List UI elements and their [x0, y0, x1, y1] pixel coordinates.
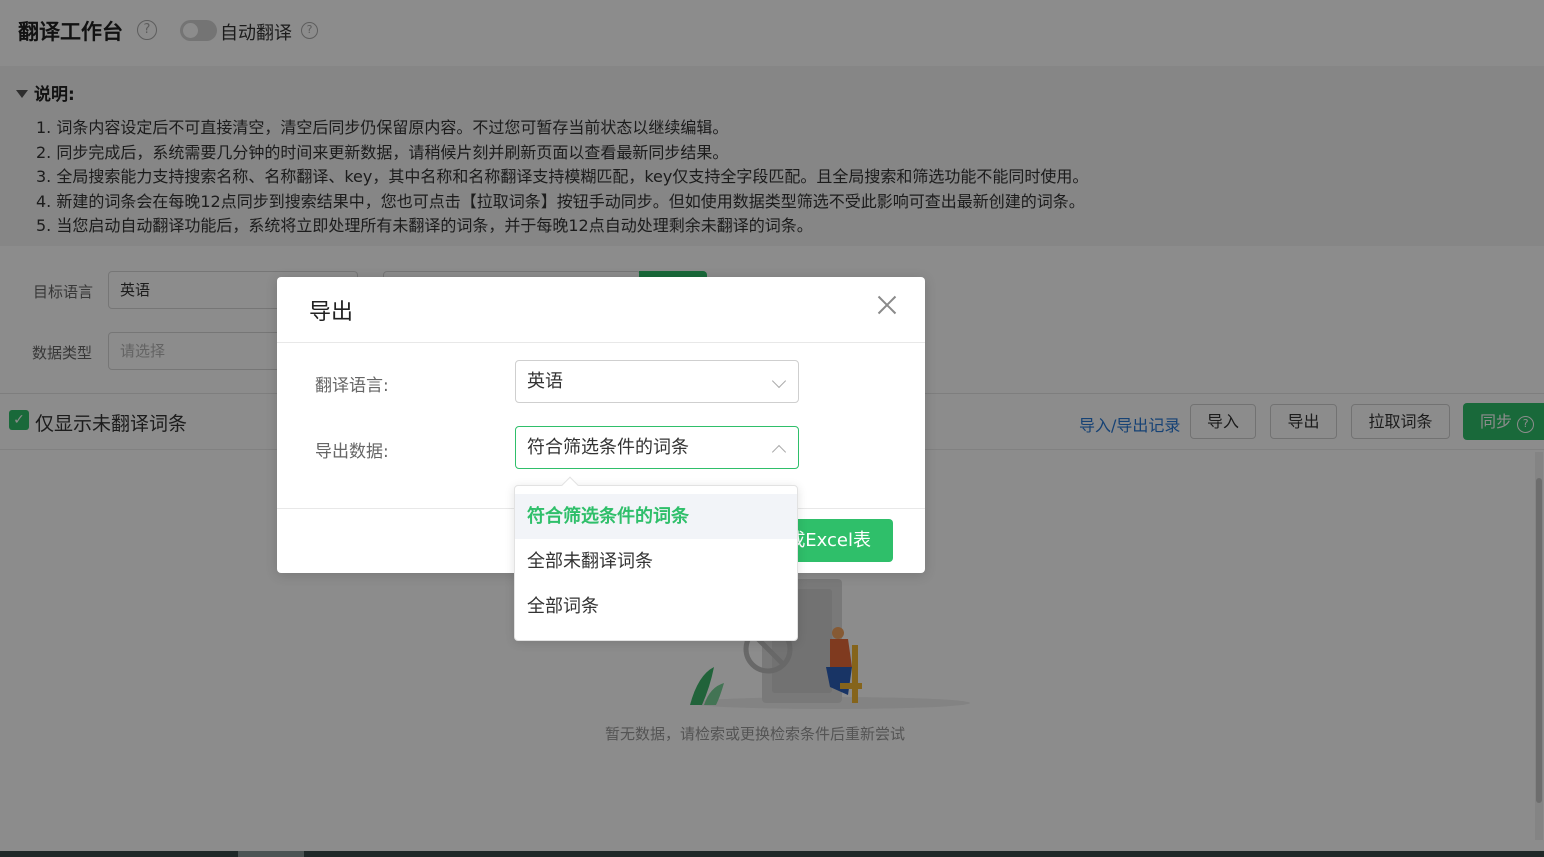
chevron-down-icon — [771, 373, 787, 389]
close-icon[interactable] — [875, 293, 899, 317]
export-data-dropdown: 符合筛选条件的词条 全部未翻译词条 全部词条 — [514, 476, 798, 641]
translation-language-label: 翻译语言: — [315, 376, 389, 396]
dropdown-option-all[interactable]: 全部词条 — [515, 584, 797, 629]
dropdown-option-untranslated[interactable]: 全部未翻译词条 — [515, 539, 797, 584]
export-data-select[interactable]: 符合筛选条件的词条 — [515, 426, 799, 469]
export-data-value: 符合筛选条件的词条 — [527, 437, 689, 458]
export-data-label: 导出数据: — [315, 442, 389, 462]
translation-language-select[interactable]: 英语 — [515, 360, 799, 403]
dialog-title: 导出 — [309, 300, 354, 325]
dropdown-option-filtered[interactable]: 符合筛选条件的词条 — [515, 494, 797, 539]
chevron-up-icon — [771, 444, 787, 460]
translation-language-value: 英语 — [527, 371, 563, 392]
dialog-header-divider — [277, 342, 925, 343]
